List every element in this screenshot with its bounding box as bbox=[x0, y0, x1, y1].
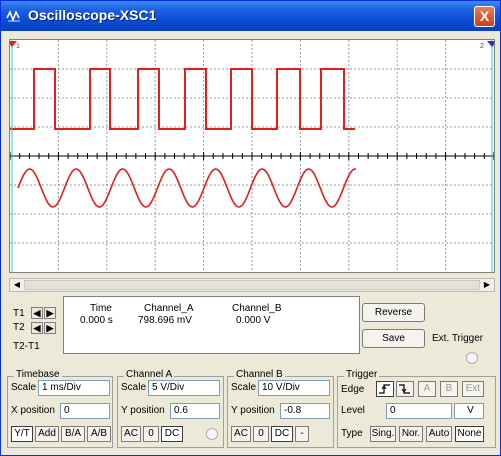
trigger-group: Trigger Edge A B Ext Level 0 V Type Sing… bbox=[337, 369, 496, 448]
channel-b-dc-button[interactable]: DC bbox=[271, 426, 293, 442]
scope-display: 1 2 bbox=[9, 39, 495, 273]
add-mode-button[interactable]: Add bbox=[35, 426, 59, 442]
ba-mode-button[interactable]: B/A bbox=[61, 426, 85, 442]
channel-b-value: 0.000 V bbox=[236, 315, 271, 326]
channel-a-scale-field[interactable]: 5 V/Div bbox=[148, 380, 220, 396]
rising-edge-icon[interactable] bbox=[376, 381, 394, 397]
channel-b-zero-button[interactable]: 0 bbox=[253, 426, 269, 442]
trigger-none-button[interactable]: None bbox=[455, 426, 484, 442]
cursor-2-handle bbox=[487, 41, 494, 47]
t1-label: T1 bbox=[13, 308, 25, 319]
ext-trigger-radio[interactable] bbox=[466, 352, 478, 364]
oscilloscope-window: Oscilloscope-XSC1 X 1 2 ◀ ▶ T1 ◀ ▶ T2 ◀ … bbox=[0, 0, 501, 456]
save-button[interactable]: Save bbox=[362, 329, 425, 348]
channel-b-header: Channel_B bbox=[232, 303, 282, 314]
channel-a-value: 798.696 mV bbox=[138, 315, 192, 326]
trigger-level-label: Level bbox=[341, 405, 365, 416]
trigger-auto-button[interactable]: Auto bbox=[426, 426, 452, 442]
timebase-xpos-field[interactable]: 0 bbox=[60, 403, 110, 419]
scroll-right-icon[interactable]: ▶ bbox=[480, 279, 494, 291]
channel-b-trace bbox=[17, 168, 357, 208]
channel-a-zero-button[interactable]: 0 bbox=[143, 426, 159, 442]
trigger-single-button[interactable]: Sing. bbox=[370, 426, 396, 442]
channel-a-dc-button[interactable]: DC bbox=[161, 426, 183, 442]
t2-left-arrow-icon[interactable]: ◀ bbox=[31, 322, 43, 334]
time-value: 0.000 s bbox=[80, 315, 113, 326]
t2-t1-label: T2-T1 bbox=[13, 341, 40, 352]
cursor-readout: Time Channel_A Channel_B 0.000 s 798.696… bbox=[63, 296, 360, 354]
falling-edge-icon[interactable] bbox=[396, 381, 414, 397]
cursor-1-marker[interactable]: 1 bbox=[16, 43, 20, 50]
oscilloscope-app-icon bbox=[6, 10, 20, 23]
channel-a-trace bbox=[10, 68, 355, 130]
window-title: Oscilloscope-XSC1 bbox=[28, 7, 157, 23]
channel-a-ypos-label: Y position bbox=[121, 405, 165, 416]
trigger-a-button[interactable]: A bbox=[418, 381, 436, 397]
t2-label: T2 bbox=[13, 322, 25, 333]
cursor-2-marker[interactable]: 2 bbox=[480, 43, 484, 50]
channel-b-ac-button[interactable]: AC bbox=[231, 426, 251, 442]
trigger-ext-button[interactable]: Ext bbox=[462, 381, 484, 397]
scope-graph: 1 2 bbox=[10, 40, 494, 272]
trigger-normal-button[interactable]: Nor. bbox=[399, 426, 423, 442]
reverse-button[interactable]: Reverse bbox=[362, 303, 425, 322]
trigger-type-label: Type bbox=[341, 428, 363, 439]
horizontal-scrollbar[interactable]: ◀ ▶ bbox=[9, 278, 495, 292]
channel-b-scale-field[interactable]: 10 V/Div bbox=[258, 380, 330, 396]
channel-b-minus-button[interactable]: - bbox=[295, 426, 309, 442]
channel-b-ypos-label: Y position bbox=[231, 405, 275, 416]
timebase-xpos-label: X position bbox=[11, 405, 55, 416]
trigger-title: Trigger bbox=[344, 369, 380, 380]
t1-left-arrow-icon[interactable]: ◀ bbox=[31, 307, 43, 319]
scroll-thumb[interactable] bbox=[24, 280, 480, 290]
channel-a-ypos-field[interactable]: 0.6 bbox=[170, 403, 220, 419]
channel-b-title: Channel B bbox=[234, 369, 285, 380]
yt-mode-button[interactable]: Y/T bbox=[11, 426, 33, 442]
cursor-panel: T1 ◀ ▶ T2 ◀ ▶ T2-T1 Time Channel_A Chann… bbox=[7, 296, 498, 364]
trigger-level-field[interactable]: 0 bbox=[386, 403, 452, 419]
close-button[interactable]: X bbox=[474, 6, 495, 27]
scroll-left-icon[interactable]: ◀ bbox=[10, 279, 24, 291]
channel-b-ypos-field[interactable]: -0.8 bbox=[280, 403, 330, 419]
channel-b-scale-label: Scale bbox=[231, 382, 257, 393]
cursor-controls: T1 ◀ ▶ T2 ◀ ▶ T2-T1 bbox=[9, 296, 61, 354]
channel-a-title: Channel A bbox=[124, 369, 175, 380]
channel-a-header: Channel_A bbox=[144, 303, 194, 314]
channel-a-ac-button[interactable]: AC bbox=[121, 426, 141, 442]
trigger-b-button[interactable]: B bbox=[440, 381, 458, 397]
timebase-title: Timebase bbox=[14, 369, 62, 380]
ab-mode-button[interactable]: A/B bbox=[87, 426, 111, 442]
timebase-scale-label: Scale bbox=[11, 382, 37, 393]
t2-right-arrow-icon[interactable]: ▶ bbox=[44, 322, 56, 334]
channel-a-scale-label: Scale bbox=[121, 382, 147, 393]
title-bar[interactable]: Oscilloscope-XSC1 X bbox=[1, 1, 500, 31]
channel-a-radio[interactable] bbox=[206, 428, 218, 440]
trigger-edge-label: Edge bbox=[341, 384, 365, 395]
ext-trigger-label: Ext. Trigger bbox=[432, 333, 484, 344]
channel-b-group: Channel B Scale 10 V/Div Y position -0.8… bbox=[227, 369, 334, 448]
time-header: Time bbox=[90, 303, 112, 314]
timebase-scale-field[interactable]: 1 ms/Div bbox=[38, 380, 110, 396]
channel-a-group: Channel A Scale 5 V/Div Y position 0.6 A… bbox=[117, 369, 224, 448]
trigger-level-unit[interactable]: V bbox=[454, 403, 484, 419]
timebase-group: Timebase Scale 1 ms/Div X position 0 Y/T… bbox=[7, 369, 113, 448]
t1-right-arrow-icon[interactable]: ▶ bbox=[44, 307, 56, 319]
